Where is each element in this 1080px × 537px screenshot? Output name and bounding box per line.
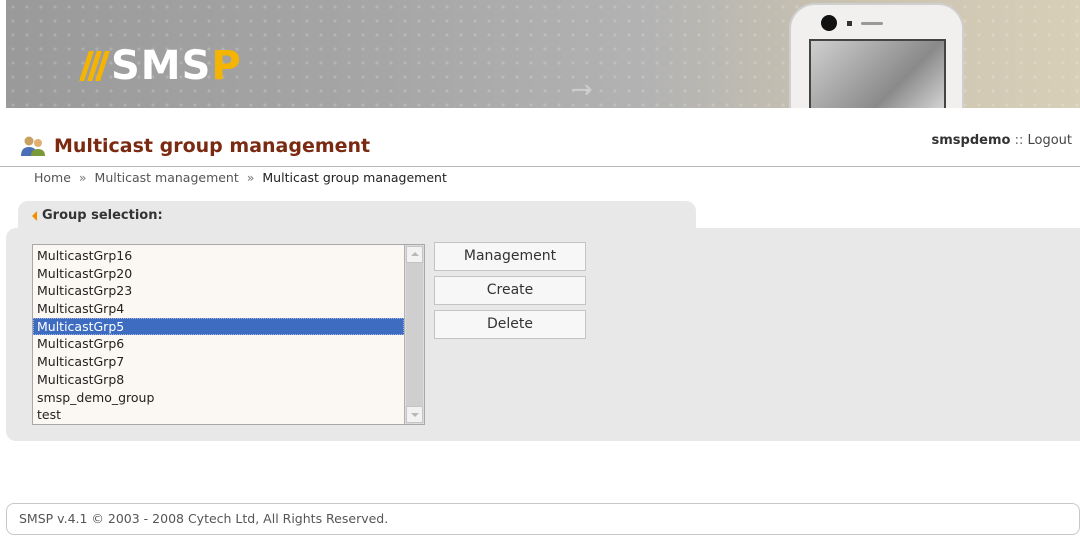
breadcrumb: Home » Multicast management » Multicast … bbox=[34, 170, 447, 185]
scroll-up-arrow-icon[interactable] bbox=[406, 246, 423, 263]
delete-button[interactable]: Delete bbox=[434, 310, 586, 339]
title-row: Multicast group management smspdemo :: L… bbox=[0, 122, 1080, 167]
logo-text: SMSP bbox=[111, 43, 242, 89]
phone-screen bbox=[809, 39, 946, 108]
list-item[interactable]: MulticastGrp7 bbox=[33, 353, 404, 371]
group-selection-label: Group selection: bbox=[42, 208, 163, 223]
username: smspdemo bbox=[931, 133, 1011, 148]
list-item[interactable]: MulticastGrp23 bbox=[33, 282, 404, 300]
logout-link[interactable]: Logout bbox=[1027, 133, 1072, 148]
list-item[interactable]: MulticastGrp16 bbox=[33, 247, 404, 265]
copyright-text: SMSP v.4.1 © 2003 - 2008 Cytech Ltd, All… bbox=[19, 511, 389, 526]
phone-illustration bbox=[789, 3, 964, 108]
list-item[interactable]: MulticastGrp8 bbox=[33, 371, 404, 389]
phone-camera-icon bbox=[821, 15, 837, 31]
breadcrumb-separator: » bbox=[78, 170, 87, 185]
group-listbox[interactable]: MulticastGrp16 MulticastGrp20 MulticastG… bbox=[32, 244, 425, 425]
list-item[interactable]: test bbox=[33, 406, 404, 424]
list-item[interactable]: smsp_demo_group bbox=[33, 389, 404, 407]
management-button[interactable]: Management bbox=[434, 242, 586, 271]
list-item-selected[interactable]: MulticastGrp5 bbox=[33, 317, 404, 336]
breadcrumb-home[interactable]: Home bbox=[34, 170, 71, 185]
users-icon bbox=[21, 136, 45, 156]
user-separator: :: bbox=[1014, 133, 1024, 148]
breadcrumb-multicast-management[interactable]: Multicast management bbox=[95, 170, 239, 185]
smsp-logo: SMSP bbox=[79, 43, 242, 89]
scroll-thumb[interactable] bbox=[406, 263, 423, 406]
scroll-down-arrow-icon[interactable] bbox=[406, 406, 423, 423]
banner-arrow-icon: → bbox=[571, 75, 593, 105]
list-item[interactable]: MulticastGrp20 bbox=[33, 265, 404, 283]
logo-bars-icon bbox=[79, 51, 110, 81]
header-banner: → SMSP bbox=[6, 0, 1080, 108]
user-box: smspdemo :: Logout bbox=[932, 133, 1073, 148]
listbox-scrollbar[interactable] bbox=[404, 245, 424, 424]
list-item[interactable]: MulticastGrp4 bbox=[33, 300, 404, 318]
footer: SMSP v.4.1 © 2003 - 2008 Cytech Ltd, All… bbox=[6, 503, 1080, 535]
bullet-arrow-icon bbox=[32, 211, 37, 221]
group-list: MulticastGrp16 MulticastGrp20 MulticastG… bbox=[33, 247, 404, 424]
create-button[interactable]: Create bbox=[434, 276, 586, 305]
page-title: Multicast group management bbox=[54, 135, 371, 157]
breadcrumb-current: Multicast group management bbox=[262, 170, 447, 185]
group-selection-tab: Group selection: bbox=[18, 201, 696, 231]
breadcrumb-separator: » bbox=[246, 170, 255, 185]
list-item[interactable]: MulticastGrp6 bbox=[33, 335, 404, 353]
